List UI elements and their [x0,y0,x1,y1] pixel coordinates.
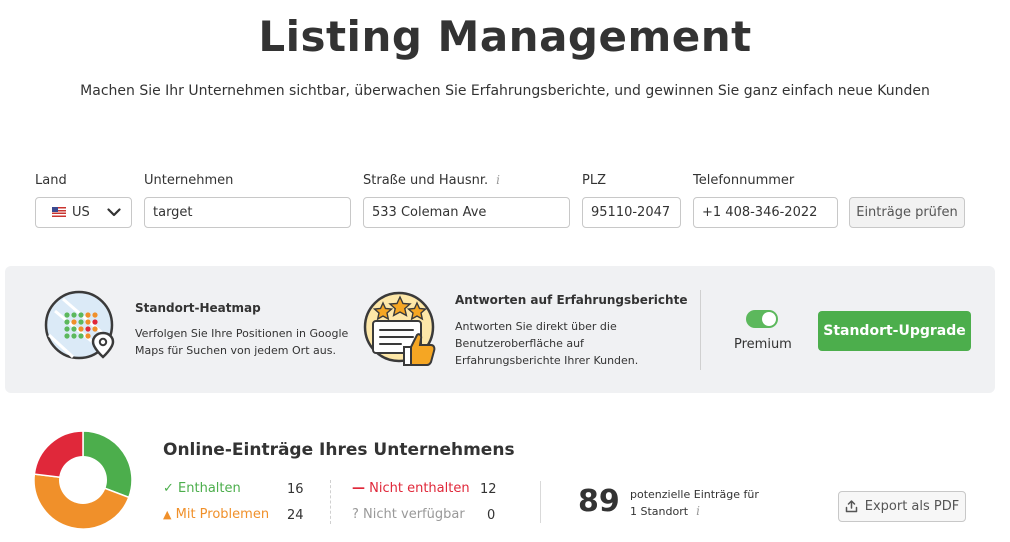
heatmap-text-1: Verfolgen Sie Ihre Positionen in Google [135,327,349,340]
company-input[interactable] [153,205,342,220]
potential-text-2: 1 Standort [630,505,689,518]
premium-toggle[interactable] [746,310,778,328]
missing-stat[interactable]: — Nicht enthalten [352,481,470,496]
premium-label: Premium [734,337,792,352]
stats-divider [330,480,331,524]
heatmap-title: Standort-Heatmap [135,301,261,315]
problems-stat[interactable]: ▲ Mit Problemen [163,507,269,522]
zip-field[interactable] [582,197,681,228]
potential-count: 89 [578,484,620,519]
chevron-down-icon [107,208,121,217]
potential-text-2-wrap: 1 Standort i [630,503,759,520]
zip-label: PLZ [582,173,606,188]
page-title: Listing Management [258,12,752,61]
reviews-text-1: Antworten Sie direkt über die [455,320,617,333]
zip-input[interactable] [591,205,672,220]
country-value-wrap: US [52,205,90,220]
present-stat[interactable]: ✓ Enthalten [163,481,241,496]
country-label: Land [35,173,67,188]
street-input[interactable] [372,205,561,220]
export-label: Export als PDF [864,499,960,514]
listings-donut-chart [34,431,132,529]
company-label: Unternehmen [144,173,234,188]
missing-label: Nicht enthalten [369,481,470,496]
minus-icon: — [352,481,365,496]
upgrade-button[interactable]: Standort-Upgrade [818,311,971,351]
potential-text-1: potenzielle Einträge für [630,488,759,501]
info-icon[interactable]: i [696,504,700,518]
export-icon [845,500,857,513]
country-value: US [72,205,90,220]
check-listings-button[interactable]: Einträge prüfen [849,197,965,228]
reviews-title: Antworten auf Erfahrungsberichte [455,293,688,307]
problems-label: Mit Problemen [175,507,270,522]
present-count: 16 [287,482,304,497]
reviews-text-2: Benutzeroberfläche auf [455,337,584,350]
listings-title: Online-Einträge Ihres Unternehmens [163,440,515,460]
potential-divider [540,481,541,523]
promo-divider [700,290,701,370]
heatmap-text-2: Maps für Suchen von jedem Ort aus. [135,344,336,357]
street-field[interactable] [363,197,570,228]
export-pdf-button[interactable]: Export als PDF [838,491,966,522]
phone-field[interactable] [693,197,838,228]
question-icon: ? [352,507,359,522]
warning-icon: ▲ [163,508,172,521]
problems-count: 24 [287,508,304,523]
country-select[interactable]: US [35,197,132,228]
check-icon: ✓ [163,481,174,496]
unavailable-count: 0 [487,508,496,523]
potential-text: potenzielle Einträge für 1 Standort i [630,486,759,520]
phone-input[interactable] [702,205,829,220]
review-stars-icon [363,291,436,366]
us-flag-icon [52,207,66,217]
unavailable-stat[interactable]: ? Nicht verfügbar [352,507,465,522]
heatmap-icon [44,290,115,360]
unavailable-label: Nicht verfügbar [363,507,465,522]
present-label: Enthalten [178,481,241,496]
reviews-text-3: Erfahrungsberichte Ihrer Kunden. [455,354,639,367]
missing-count: 12 [480,482,497,497]
phone-label: Telefonnummer [693,173,795,188]
info-icon[interactable]: i [496,173,500,187]
page-subtitle: Machen Sie Ihr Unternehmen sichtbar, übe… [80,83,930,99]
street-label: Straße und Hausnr. [363,173,489,188]
company-field[interactable] [144,197,351,228]
street-label-wrap: Straße und Hausnr. i [363,173,500,188]
